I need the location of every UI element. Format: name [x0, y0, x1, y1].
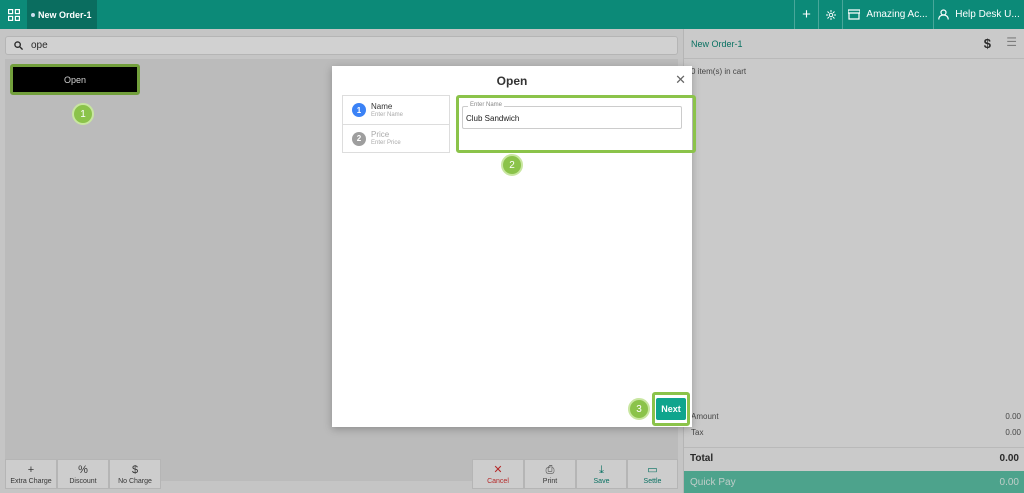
step-title: Price — [371, 130, 390, 139]
highlight-box-next: Next — [652, 392, 690, 426]
user-menu[interactable]: Help Desk U... — [933, 0, 1024, 29]
top-bar: New Order-1 + Amazing Ac... Help Desk U.… — [0, 0, 1024, 29]
user-icon — [938, 9, 950, 20]
tab-new-order[interactable]: New Order-1 — [27, 0, 97, 29]
callout-1: 1 — [72, 103, 94, 125]
tab-label: New Order-1 — [38, 9, 92, 20]
callout-2: 2 — [501, 154, 523, 176]
gear-icon — [825, 9, 836, 20]
next-button[interactable]: Next — [656, 398, 686, 420]
user-label: Help Desk U... — [955, 9, 1020, 20]
dialog-title: Open — [496, 74, 528, 88]
step-number: 1 — [352, 103, 366, 117]
apps-grid-icon[interactable] — [0, 0, 27, 29]
settings-button[interactable] — [818, 0, 842, 29]
tab-dot-icon — [31, 12, 35, 17]
open-item-dialog: Open ✕ 1 Name Enter Name 2 Price Enter P… — [332, 66, 696, 427]
highlight-box-field — [456, 95, 696, 153]
callout-3: 3 — [628, 398, 650, 420]
store-icon — [848, 9, 861, 20]
step-title: Name — [371, 101, 393, 111]
step-name[interactable]: 1 Name Enter Name — [343, 96, 449, 124]
step-price[interactable]: 2 Price Enter Price — [343, 124, 449, 152]
plus-icon: + — [802, 6, 811, 23]
store-label: Amazing Ac... — [866, 9, 928, 20]
step-number: 2 — [352, 131, 366, 146]
wizard-steps: 1 Name Enter Name 2 Price Enter Price — [342, 95, 450, 153]
close-icon[interactable]: ✕ — [675, 72, 686, 88]
step-hint: Enter Price — [371, 140, 401, 146]
step-hint: Enter Name — [371, 111, 404, 118]
add-order-button[interactable]: + — [794, 0, 818, 29]
store-selector[interactable]: Amazing Ac... — [842, 0, 933, 29]
